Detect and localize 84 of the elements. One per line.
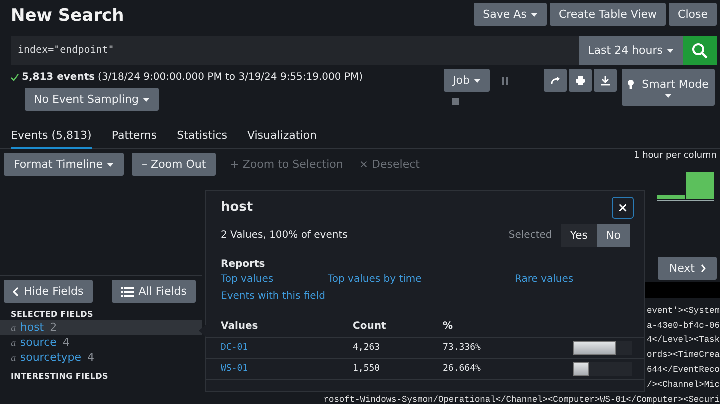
event-text: rosoft-Windows-Sysmon/Operational</Channel><Computer>WS-01</Computer><Securi (324, 394, 720, 404)
pause-icon (502, 76, 508, 84)
check-icon (11, 74, 19, 80)
report-link[interactable]: Top values (221, 274, 328, 285)
popover-title: host (221, 198, 254, 214)
download-icon (600, 75, 611, 86)
download-button[interactable] (594, 69, 617, 92)
timeline-button[interactable]: Format Timeline (4, 153, 124, 176)
event-text: 644</EventReco (647, 364, 720, 377)
field-type: a (11, 339, 16, 349)
time-range-picker[interactable]: Last 24 hours (579, 36, 683, 65)
printer-icon (575, 75, 586, 86)
event-text: /><Channel>Mic (647, 378, 720, 392)
section-heading: INTERESTING FIELDS (11, 372, 110, 381)
time-range-text: (3/18/24 9:00:00.000 PM to 3/19/24 9:55:19.000 PM) (98, 72, 364, 82)
table-cell-text: 1,550 (353, 364, 382, 374)
share-arrow-button[interactable] (544, 69, 567, 92)
caret-icon (142, 98, 150, 102)
column-header: Values (221, 321, 260, 332)
event-text: 4</Level><Task (647, 334, 720, 348)
column-header: Count (353, 321, 388, 332)
caret-icon (474, 78, 481, 82)
chevron-right-icon (701, 264, 706, 273)
field-count: 4 (62, 336, 70, 349)
field-type: a (11, 324, 16, 334)
value-link[interactable]: DC-01 (221, 343, 353, 353)
results-tab[interactable]: Patterns (112, 126, 158, 149)
printer-button[interactable] (569, 69, 592, 92)
results-tab[interactable]: Visualization (247, 126, 317, 149)
values-summary: 2 Values, 100% of events (221, 230, 348, 240)
stop-icon (452, 98, 459, 105)
timeline-button[interactable]: – Zoom Out (132, 153, 216, 176)
report-link[interactable]: Top values by time (328, 274, 515, 285)
chevron-left-icon (13, 286, 19, 296)
table-cell-text: 4,263 (353, 343, 382, 353)
close-button[interactable] (612, 196, 634, 218)
event-count: 5,813 events (22, 72, 96, 82)
field-count: 4 (87, 351, 94, 364)
close-icon (619, 202, 627, 212)
caret-icon (667, 48, 674, 52)
field-item[interactable]: a sourcetype 4 (0, 350, 202, 365)
hide-fields-button[interactable]: Hide Fields (4, 280, 93, 303)
results-tab[interactable]: Events (5,813) (11, 126, 92, 149)
value-link[interactable]: WS-01 (221, 364, 353, 374)
field-name: source (20, 336, 57, 349)
column-header: % (443, 321, 454, 332)
search-mode-dropdown[interactable]: Smart Mode (622, 69, 715, 106)
field-type: a (11, 354, 16, 364)
table-cell-text: 73.336% (443, 343, 482, 353)
event-text: a-43e0-bf4c-06 (647, 320, 720, 333)
reports-heading: Reports (221, 259, 266, 270)
page-title: New Search (11, 5, 124, 26)
header-button[interactable]: Close (669, 3, 717, 26)
next-button[interactable]: Next (658, 257, 717, 280)
field-item[interactable]: a source 4 (0, 335, 202, 350)
selected-label: Selected (508, 230, 552, 240)
field-name: sourcetype (20, 351, 82, 364)
report-link[interactable]: Rare values (515, 274, 625, 285)
caret-icon (665, 94, 672, 98)
table-cell-text: 26.664% (443, 364, 482, 374)
toggle-option[interactable]: Yes (561, 224, 598, 246)
results-tab[interactable]: Statistics (177, 126, 228, 149)
histogram-drawing (657, 171, 717, 201)
event-text: event'><System (647, 305, 720, 318)
share-arrow-icon (550, 75, 561, 86)
job-dropdown[interactable]: Job (444, 69, 490, 92)
search-icon (692, 42, 708, 58)
timeline-scale: 1 hour per column (634, 151, 717, 161)
all-fields-button[interactable]: All Fields (112, 280, 196, 303)
caret-icon (107, 162, 114, 166)
field-name: host (20, 321, 44, 334)
search-button[interactable] (683, 36, 717, 65)
section-heading: SELECTED FIELDS (11, 310, 94, 319)
field-count: 2 (50, 321, 58, 334)
toggle-option[interactable]: No (597, 224, 630, 246)
sampling-dropdown[interactable]: No Event Sampling (25, 88, 159, 111)
header-button[interactable]: Create Table View (550, 3, 666, 26)
field-item[interactable]: a host 2 (0, 320, 202, 335)
header-button[interactable]: Save As (474, 3, 547, 26)
list-icon (120, 286, 134, 296)
caret-icon (530, 12, 538, 16)
bulb-icon (628, 80, 634, 88)
report-link[interactable]: Events with this field (221, 291, 328, 302)
event-text: ords><TimeCrea (647, 349, 720, 362)
